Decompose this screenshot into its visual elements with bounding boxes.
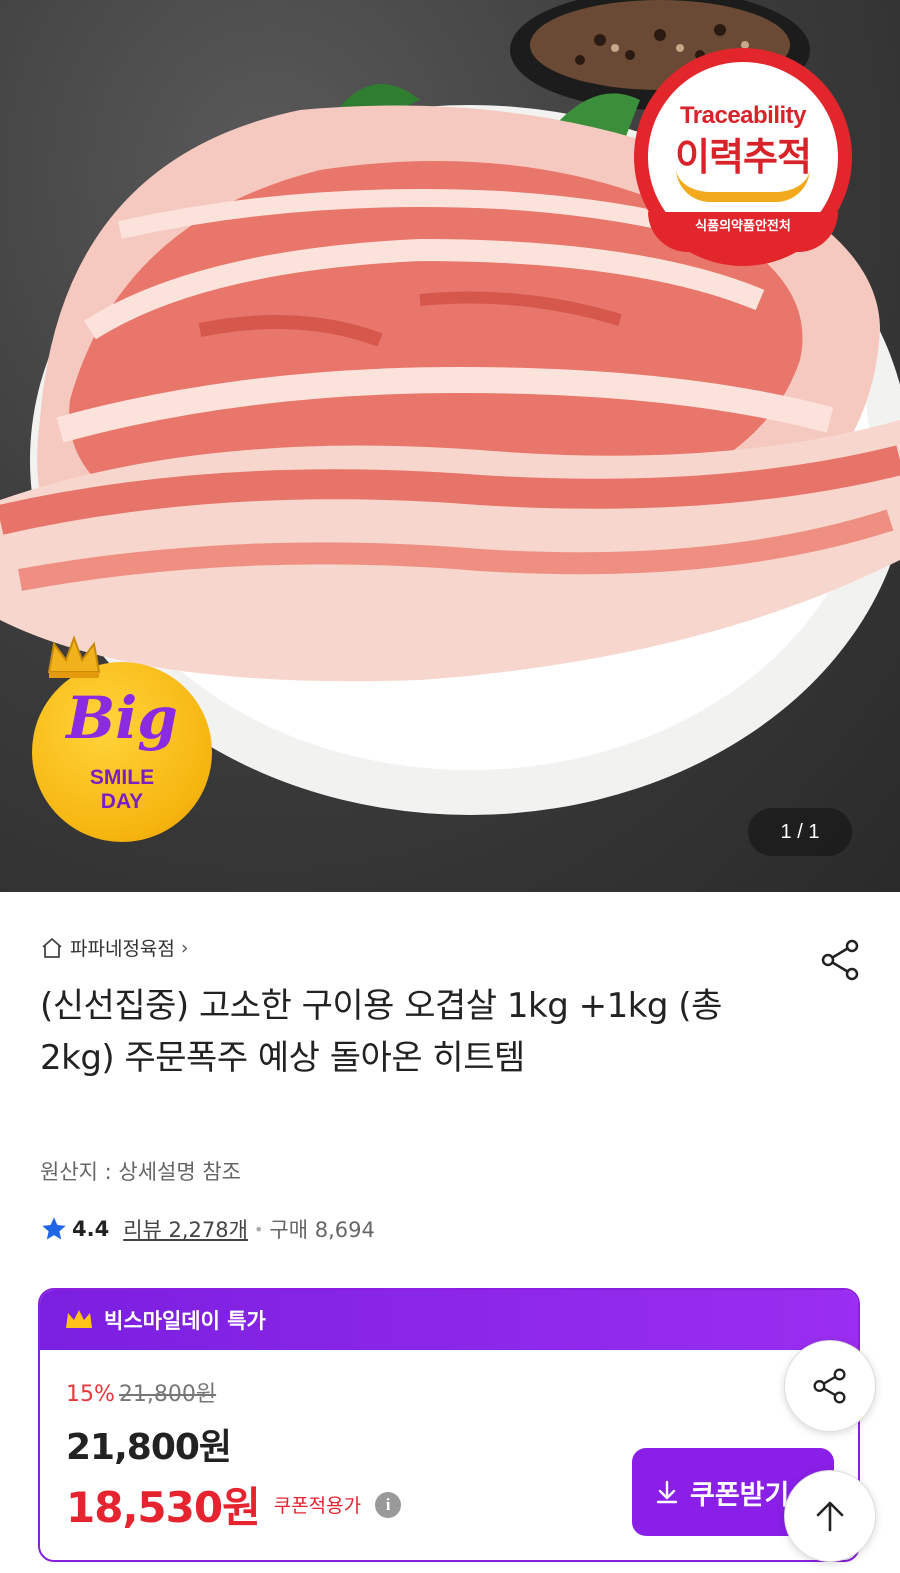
product-image-carousel[interactable]: Traceability 이력추적 식품의약품안전처 Big SMILE DAY… [0, 0, 900, 892]
store-name: 파파네정육점 [70, 938, 175, 960]
big-smile-day-day-text: DAY [100, 790, 144, 813]
coupon-price-label: 쿠폰적용가 [273, 1495, 362, 1517]
original-price: 21,800원 [118, 1382, 217, 1407]
get-coupon-label: 쿠폰받기 [690, 1479, 790, 1511]
deal-header: 빅스마일데이 특가 [40, 1290, 858, 1350]
info-icon[interactable]: i [375, 1491, 402, 1518]
discount-percent: 15% [66, 1382, 115, 1407]
origin-info: 원산지 : 상세설명 참조 [40, 1160, 241, 1184]
traceability-issuer: 식품의약품안전처 [648, 212, 838, 252]
share-icon[interactable] [816, 936, 864, 984]
chevron-right-icon: › [180, 936, 189, 959]
rating-row: 4.4 리뷰 2,278개 • 구매 8,694 [40, 1214, 375, 1244]
big-smile-day-big-text: Big [66, 684, 178, 752]
traceability-arc [676, 168, 810, 202]
store-link[interactable]: 파파네정육점 › [40, 934, 189, 961]
rating-value: 4.4 [72, 1217, 110, 1241]
crown-icon [47, 635, 101, 678]
coupon-price-row: 18,530원 쿠폰적용가 i [66, 1474, 402, 1535]
image-pager: 1 / 1 [748, 808, 852, 856]
big-smile-day-badge: Big SMILE DAY [32, 635, 212, 842]
home-icon [42, 937, 62, 958]
scroll-to-top-button[interactable] [784, 1470, 876, 1562]
traceability-badge: Traceability 이력추적 식품의약품안전처 [634, 48, 852, 266]
review-count-link[interactable]: 리뷰 2,278개 [123, 1214, 248, 1244]
floating-share-button[interactable] [784, 1340, 876, 1432]
product-title: (신선집중) 고소한 구이용 오겹살 1kg +1kg (총2kg) 주문폭주 … [40, 986, 722, 1078]
big-smile-day-smile-text: SMILE [89, 766, 155, 789]
crown-icon [66, 1310, 92, 1328]
sale-price: 21,800원 [66, 1427, 232, 1468]
star-icon [42, 1217, 66, 1240]
share-icon [813, 1368, 846, 1404]
discount-row: 15% 21,800원 [66, 1376, 216, 1408]
coupon-price: 18,530원 [66, 1483, 261, 1532]
deal-title: 빅스마일데이 특가 [104, 1309, 266, 1333]
arrow-up-icon [816, 1501, 844, 1532]
download-icon [656, 1480, 678, 1504]
deal-price-card: 빅스마일데이 특가 15% 21,800원 21,800원 18,530원 쿠폰… [38, 1288, 860, 1562]
separator-dot: • [253, 1219, 264, 1239]
purchase-count: 구매 8,694 [269, 1218, 375, 1242]
